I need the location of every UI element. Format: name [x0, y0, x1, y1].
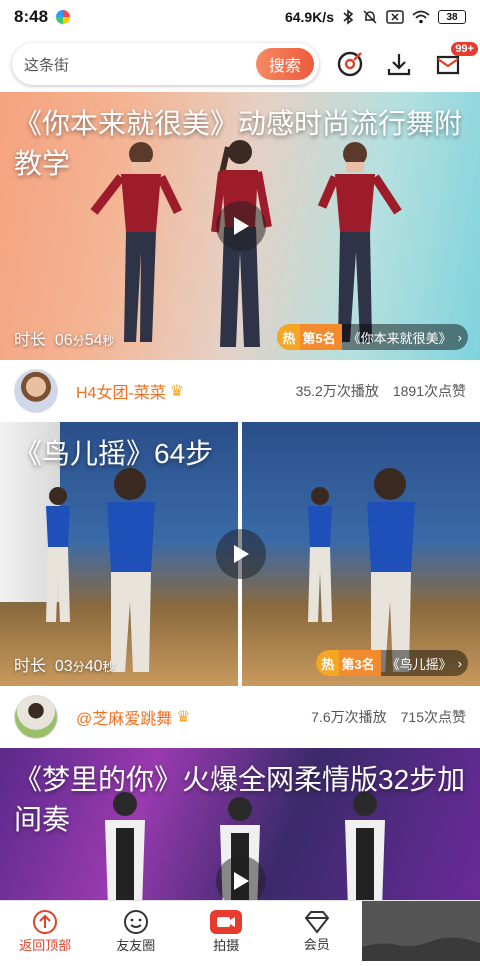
- status-bar: 8:48 64.9K/s 38: [0, 0, 480, 34]
- download-button[interactable]: [380, 44, 419, 84]
- music-disc-icon: [338, 51, 363, 77]
- hot-tag: 热: [316, 650, 340, 676]
- video-thumbnail[interactable]: 《你本来就很美》动感时尚流行舞附教学 时长 06分54秒 热 第5名 《你本来就…: [0, 92, 480, 360]
- video-thumbnail[interactable]: 《梦里的你》火爆全网柔情版32步加间奏: [0, 748, 480, 900]
- dancer-figure: [46, 487, 70, 622]
- rank-number: 第5名: [300, 324, 342, 350]
- author-label: H4女团-菜菜: [76, 385, 166, 402]
- duration-seconds: 54: [84, 332, 103, 349]
- nav-back-to-top[interactable]: 返回顶部: [0, 901, 91, 961]
- duration-minutes: 06: [54, 332, 73, 349]
- dancer-figure: [367, 468, 415, 672]
- search-input[interactable]: 这条街: [24, 54, 256, 75]
- floating-video-preview[interactable]: [362, 901, 480, 961]
- nav-label: 友友圈: [116, 937, 156, 953]
- smiley-icon: [123, 909, 148, 934]
- nav-label: 返回顶部: [19, 937, 72, 953]
- battery-level: 38: [446, 11, 458, 23]
- video-meta: @芝麻爱跳舞 ♛ 7.6万次播放 715次点赞: [0, 686, 480, 748]
- dancer-figure: [107, 468, 155, 672]
- video-stats: 7.6万次播放 715次点赞: [311, 707, 466, 727]
- music-disc-button[interactable]: [331, 44, 370, 84]
- video-duration: 时长 06分54秒: [14, 326, 115, 350]
- video-title: 《你本来就很美》动感时尚流行舞附教学: [14, 108, 463, 179]
- search-field[interactable]: 这条街 搜索: [12, 43, 319, 85]
- like-count: 1891次点赞: [392, 383, 466, 399]
- mailbox-badge: 99+: [451, 42, 478, 56]
- rank-name: 《你本来就很美》: [347, 330, 452, 346]
- bluetooth-icon: [343, 9, 354, 25]
- video-card[interactable]: 《鸟儿摇》64步 时长 03分40秒 热 第3名 《鸟儿摇》 › @芝麻爱跳舞 …: [0, 422, 480, 748]
- author-name[interactable]: H4女团-菜菜 ♛: [76, 379, 184, 403]
- avatar[interactable]: [14, 369, 58, 413]
- video-title: 《鸟儿摇》64步: [14, 438, 214, 469]
- duration-seconds: 40: [84, 658, 103, 675]
- hot-tag: 热: [277, 324, 301, 350]
- author-name[interactable]: @芝麻爱跳舞 ♛: [76, 705, 191, 729]
- preview-waveform: [362, 901, 480, 961]
- chevron-right-icon: ›: [457, 655, 462, 671]
- duration-seconds-unit: 秒: [102, 660, 115, 674]
- video-title: 《梦里的你》火爆全网柔情版32步加间奏: [14, 764, 466, 835]
- mailbox-button[interactable]: 99+: [429, 42, 478, 84]
- rank-name: 《鸟儿摇》: [386, 656, 452, 672]
- nav-friends-circle[interactable]: 友友圈: [91, 901, 182, 961]
- duration-minutes-unit: 分: [72, 334, 85, 348]
- chevron-right-icon: ›: [457, 329, 462, 345]
- play-icon: [234, 545, 249, 563]
- search-bar: 这条街 搜索 99+: [0, 40, 480, 88]
- arrow-up-circle-icon: [33, 909, 58, 934]
- play-button[interactable]: [216, 201, 266, 251]
- sim-x-icon: [386, 10, 404, 24]
- nav-membership[interactable]: 会员: [272, 901, 363, 961]
- download-icon: [388, 54, 411, 76]
- play-count: 35.2万次播放: [295, 383, 379, 399]
- app-notification-icon: [56, 10, 71, 24]
- crown-icon: ♛: [169, 383, 185, 400]
- duration-label: 时长: [14, 658, 47, 675]
- crown-icon: ♛: [176, 709, 191, 726]
- play-icon: [234, 872, 249, 890]
- rank-badge[interactable]: 热 第5名 《你本来就很美》 ›: [277, 324, 468, 350]
- duration-label: 时长: [14, 332, 47, 349]
- camera-icon: [210, 909, 243, 934]
- video-thumbnail[interactable]: 《鸟儿摇》64步 时长 03分40秒 热 第3名 《鸟儿摇》 ›: [0, 422, 480, 686]
- bottom-nav: 返回顶部 友友圈 拍摄 会员: [0, 900, 480, 961]
- battery-icon: 38: [438, 10, 466, 24]
- nav-label: 拍摄: [213, 937, 240, 953]
- duration-minutes: 03: [54, 658, 73, 675]
- rank-number: 第3名: [339, 650, 381, 676]
- video-card[interactable]: 《梦里的你》火爆全网柔情版32步加间奏: [0, 748, 480, 900]
- like-count: 715次点赞: [400, 709, 466, 725]
- wifi-icon: [412, 10, 430, 24]
- diamond-icon: [304, 910, 330, 934]
- video-stats: 35.2万次播放 1891次点赞: [296, 381, 466, 401]
- play-button[interactable]: [216, 529, 266, 579]
- status-time: 8:48: [14, 7, 49, 26]
- video-card[interactable]: 《你本来就很美》动感时尚流行舞附教学 时长 06分54秒 热 第5名 《你本来就…: [0, 92, 480, 422]
- video-duration: 时长 03分40秒: [14, 652, 115, 676]
- search-button[interactable]: 搜索: [255, 48, 314, 80]
- nav-shoot[interactable]: 拍摄: [181, 901, 272, 961]
- video-meta: H4女团-菜菜 ♛ 35.2万次播放 1891次点赞: [0, 360, 480, 422]
- nav-label: 会员: [303, 936, 330, 952]
- avatar[interactable]: [14, 695, 58, 739]
- play-icon: [234, 217, 249, 235]
- mute-bell-icon: [363, 10, 377, 24]
- play-button[interactable]: [216, 856, 266, 900]
- author-label: @芝麻爱跳舞: [76, 711, 173, 728]
- network-speed: 64.9K/s: [284, 9, 334, 25]
- play-count: 7.6万次播放: [311, 709, 387, 725]
- duration-minutes-unit: 分: [72, 660, 85, 674]
- dancer-figure: [308, 487, 332, 622]
- duration-seconds-unit: 秒: [102, 334, 115, 348]
- rank-badge[interactable]: 热 第3名 《鸟儿摇》 ›: [316, 650, 468, 676]
